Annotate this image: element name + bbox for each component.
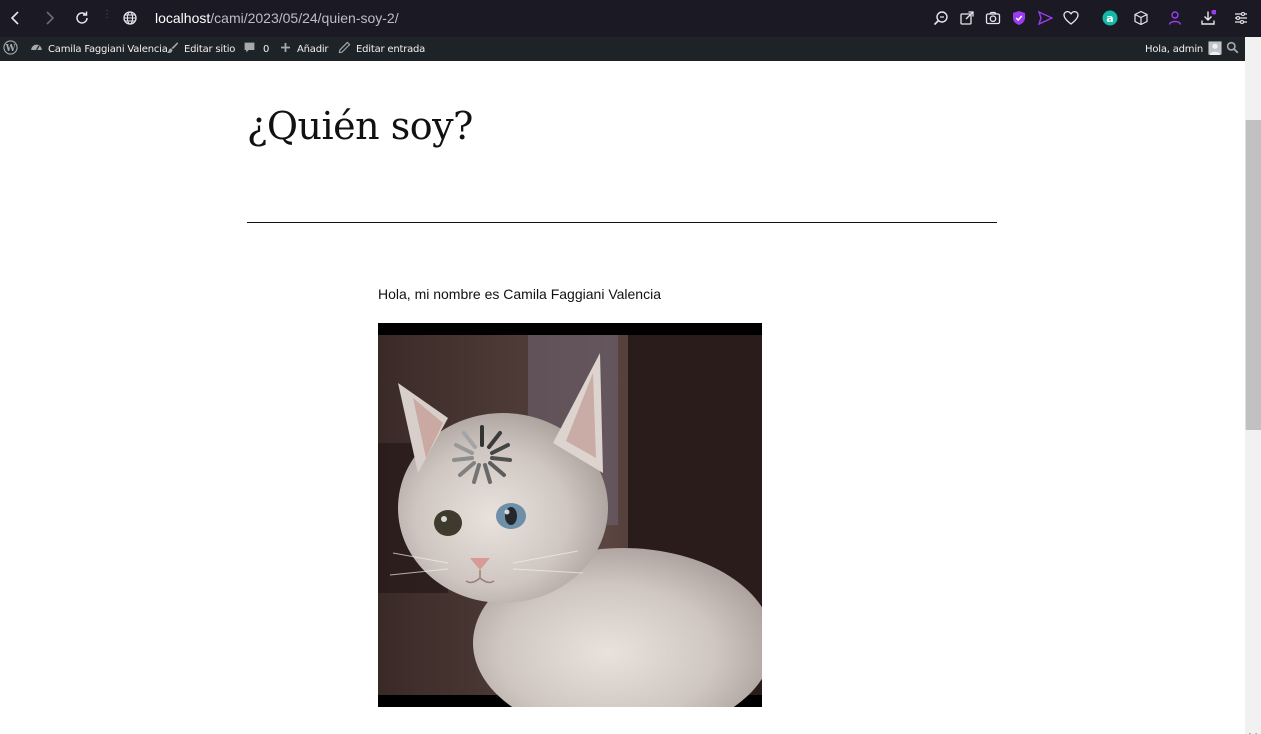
edit-post-label: Editar entrada xyxy=(356,43,426,55)
brush-icon xyxy=(166,41,179,57)
wordpress-logo-button[interactable]: W xyxy=(3,37,18,61)
browser-toolbar: ⋮ localhost/cami/2023/05/24/quien-soy-2/… xyxy=(0,0,1261,37)
address-bar[interactable]: localhost/cami/2023/05/24/quien-soy-2/ xyxy=(155,7,399,29)
svg-text:a: a xyxy=(1106,12,1113,25)
scroll-down-icon[interactable] xyxy=(1249,726,1257,734)
post-title: ¿Quién soy? xyxy=(247,104,473,148)
cube-icon[interactable] xyxy=(1131,8,1151,28)
profile-icon[interactable] xyxy=(1165,8,1185,28)
edit-site-label: Editar sitio xyxy=(184,43,236,55)
camera-icon[interactable] xyxy=(983,8,1003,28)
menu-icon[interactable] xyxy=(1231,8,1251,28)
wp-admin-bar: W Camila Faggiani Valencia Editar sitio … xyxy=(0,37,1245,61)
comments-count: 0 xyxy=(263,43,270,55)
comments-link[interactable]: 0 xyxy=(243,37,269,61)
edit-post-link[interactable]: Editar entrada xyxy=(338,37,425,61)
site-name-label: Camila Faggiani Valencia xyxy=(48,43,168,55)
greeting-label: Hola, admin xyxy=(1145,43,1204,55)
site-name-link[interactable]: Camila Faggiani Valencia xyxy=(30,37,168,61)
wordpress-icon: W xyxy=(3,40,18,58)
send-icon[interactable] xyxy=(1035,8,1055,28)
shield-icon[interactable] xyxy=(1009,8,1029,28)
zoom-icon[interactable] xyxy=(931,8,951,28)
heart-icon[interactable] xyxy=(1061,8,1081,28)
kitten-video[interactable] xyxy=(378,323,762,707)
url-path: /cami/2023/05/24/quien-soy-2/ xyxy=(210,10,399,26)
add-new-label: Añadir xyxy=(297,43,329,55)
url-host: localhost xyxy=(155,10,211,26)
forward-icon[interactable] xyxy=(39,8,59,28)
post-intro-paragraph: Hola, mi nombre es Camila Faggiani Valen… xyxy=(378,286,661,302)
toolbar-separator: ⋮ xyxy=(102,9,112,20)
reload-icon[interactable] xyxy=(72,8,92,28)
my-account-link[interactable]: Hola, admin xyxy=(1145,37,1222,61)
svg-text:W: W xyxy=(5,44,17,54)
pencil-icon xyxy=(338,41,351,57)
edit-site-link[interactable]: Editar sitio xyxy=(166,37,235,61)
back-icon[interactable] xyxy=(6,8,26,28)
share-icon[interactable] xyxy=(957,8,977,28)
extension-a-icon[interactable]: a xyxy=(1100,8,1120,28)
globe-icon[interactable] xyxy=(120,8,140,28)
plus-icon xyxy=(279,41,292,57)
dashboard-icon xyxy=(30,41,43,57)
avatar-icon xyxy=(1208,40,1222,58)
kitten-image xyxy=(378,335,762,707)
scrollbar-thumb[interactable] xyxy=(1245,120,1261,430)
add-new-link[interactable]: Añadir xyxy=(279,37,329,61)
download-icon[interactable] xyxy=(1198,8,1218,28)
search-icon xyxy=(1226,41,1239,57)
title-divider xyxy=(247,222,997,223)
comment-icon xyxy=(243,41,256,57)
admin-search-button[interactable] xyxy=(1226,37,1239,61)
